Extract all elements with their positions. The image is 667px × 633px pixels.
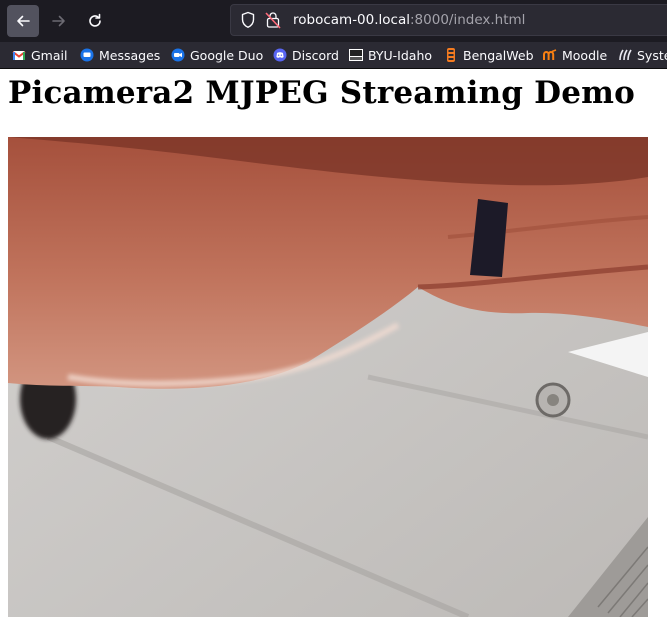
google-duo-icon <box>171 48 185 62</box>
system-icon <box>618 48 632 62</box>
gmail-icon <box>12 48 26 62</box>
bookmark-bengalweb[interactable]: BengalWeb <box>444 46 534 64</box>
camera-stream-image <box>8 137 648 617</box>
bookmark-label: BengalWeb <box>463 47 534 63</box>
bookmark-label: Messages <box>99 47 161 63</box>
discord-icon <box>273 48 287 62</box>
reload-icon <box>89 13 101 27</box>
forward-button[interactable] <box>43 5 75 37</box>
bookmark-messages[interactable]: Messages <box>80 46 160 64</box>
url-host: robocam-00.local <box>293 12 410 28</box>
bookmark-discord[interactable]: Discord <box>273 46 339 64</box>
back-button[interactable] <box>7 5 39 37</box>
bookmark-google-duo[interactable]: Google Duo <box>171 46 263 64</box>
reload-button[interactable] <box>79 5 111 37</box>
browser-toolbar: robocam-00.local:8000/index.html <box>0 0 667 42</box>
bengalweb-icon <box>444 48 458 62</box>
bookmark-label: Gmail <box>31 47 68 63</box>
bookmark-label: Moodle <box>562 47 608 63</box>
arrow-left-icon <box>17 15 30 27</box>
bookmark-label: Syste <box>637 47 667 63</box>
bookmark-label: Discord <box>292 47 339 63</box>
url-path: :8000/index.html <box>410 12 526 28</box>
toolbar-divider <box>0 68 667 69</box>
shield-icon[interactable] <box>240 11 256 29</box>
arrow-right-icon <box>52 15 65 27</box>
bookmark-label: Google Duo <box>190 47 264 63</box>
bookmark-label: BYU-Idaho <box>368 47 433 63</box>
url-text[interactable]: robocam-00.local:8000/index.html <box>293 12 525 28</box>
messages-icon <box>80 48 94 62</box>
moodle-icon <box>543 48 557 62</box>
bookmark-system[interactable]: Syste <box>618 46 667 64</box>
bookmarks-toolbar: Gmail Messages Google Duo Discord BYU-Id… <box>0 42 667 68</box>
insecure-lock-icon[interactable] <box>265 11 281 29</box>
bookmark-gmail[interactable]: Gmail <box>12 46 67 64</box>
address-bar[interactable]: robocam-00.local:8000/index.html <box>230 4 667 36</box>
bookmark-moodle[interactable]: Moodle <box>543 46 607 64</box>
byu-idaho-icon <box>349 48 363 62</box>
bookmark-byu-idaho[interactable]: BYU-Idaho <box>349 46 432 64</box>
stream-frame <box>8 137 648 617</box>
page-title: Picamera2 MJPEG Streaming Demo <box>8 75 636 111</box>
